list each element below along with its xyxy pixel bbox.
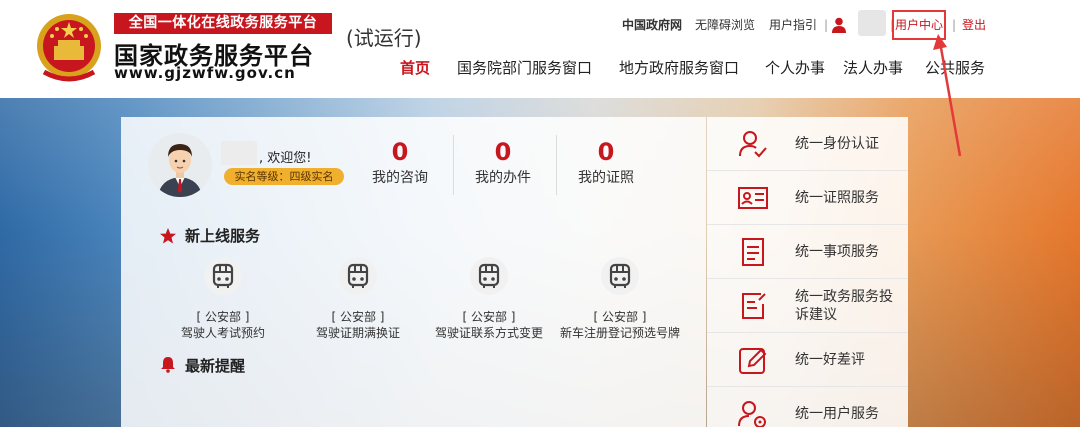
stat-consultations[interactable]: 0 我的咨询 bbox=[350, 137, 450, 189]
user-guide-link[interactable]: 用户指引 bbox=[769, 16, 817, 34]
document-icon bbox=[742, 238, 764, 266]
brand-top-banner: 全国一体化在线政务服务平台 bbox=[114, 13, 332, 34]
license-card-icon bbox=[738, 187, 768, 209]
nav-local-window[interactable]: 地方政府服务窗口 bbox=[619, 58, 739, 78]
service-item[interactable]: [ 公安部 ] 驾驶证期满换证 bbox=[298, 257, 418, 341]
sidebar-item-label: 统一事项服务 bbox=[795, 244, 879, 260]
site-header: 全国一体化在线政务服务平台 国家政务服务平台 www.gjzwfw.gov.cn… bbox=[0, 0, 1080, 98]
service-item[interactable]: [ 公安部 ] 新车注册登记预选号牌 bbox=[560, 257, 680, 341]
sidebar-item-label: 统一好差评 bbox=[795, 352, 865, 368]
nav-home[interactable]: 首页 bbox=[400, 58, 430, 78]
service-name: 驾驶证联系方式变更 bbox=[434, 326, 543, 340]
user-dashboard-card: , 欢迎您! 实名等级：四级实名 0 我的咨询 0 我的办件 0 我的证照 新上… bbox=[121, 117, 706, 427]
bell-icon bbox=[161, 357, 175, 373]
service-dept: [ 公安部 ] bbox=[331, 310, 385, 324]
avatar[interactable] bbox=[148, 133, 212, 197]
sidebar-item-label: 统一证照服务 bbox=[795, 190, 879, 206]
service-dept: [ 公安部 ] bbox=[593, 310, 647, 324]
separator: | bbox=[952, 18, 957, 32]
user-settings-icon bbox=[738, 401, 766, 427]
star-icon bbox=[160, 228, 176, 244]
username-masked bbox=[858, 10, 886, 36]
gov-site-link[interactable]: 中国政府网 bbox=[622, 16, 682, 34]
national-emblem-icon[interactable] bbox=[34, 12, 104, 84]
identity-icon bbox=[739, 131, 767, 158]
sidebar-item-label: 统一身份认证 bbox=[795, 136, 879, 152]
logout-link[interactable]: 登出 bbox=[962, 16, 986, 34]
sidebar-item-label: 统一政务服务投诉建议 bbox=[795, 289, 893, 323]
trial-label: (试运行) bbox=[346, 26, 422, 50]
unified-services-sidebar: 统一身份认证 统一证照服务 统一事项服务 统一政务服务投诉建议 统一好差评 统一… bbox=[707, 117, 908, 427]
service-name: 新车注册登记预选号牌 bbox=[560, 326, 681, 340]
stat-label: 我的办件 bbox=[475, 170, 531, 186]
username-masked bbox=[221, 141, 257, 165]
service-dept: [ 公安部 ] bbox=[462, 310, 516, 324]
stat-applications[interactable]: 0 我的办件 bbox=[453, 137, 553, 189]
vehicle-icon bbox=[339, 257, 377, 295]
edit-rating-icon bbox=[739, 348, 767, 374]
sidebar-item-rating[interactable]: 统一好差评 bbox=[707, 333, 908, 387]
brand-url: www.gjzwfw.gov.cn bbox=[114, 64, 296, 82]
stat-value: 0 bbox=[597, 138, 615, 166]
sidebar-item-license[interactable]: 统一证照服务 bbox=[707, 171, 908, 225]
nav-public-service[interactable]: 公共服务 bbox=[925, 58, 985, 78]
stat-licenses[interactable]: 0 我的证照 bbox=[556, 137, 656, 189]
nav-corporate[interactable]: 法人办事 bbox=[843, 58, 903, 78]
stat-value: 0 bbox=[391, 138, 409, 166]
sidebar-item-label: 统一用户服务 bbox=[795, 406, 879, 422]
stat-label: 我的证照 bbox=[578, 170, 634, 186]
stat-value: 0 bbox=[494, 138, 512, 166]
sidebar-item-identity[interactable]: 统一身份认证 bbox=[707, 117, 908, 171]
separator: | bbox=[824, 18, 829, 32]
sidebar-item-matters[interactable]: 统一事项服务 bbox=[707, 225, 908, 279]
vehicle-icon bbox=[204, 257, 242, 295]
welcome-text: , 欢迎您! bbox=[259, 151, 312, 166]
stat-label: 我的咨询 bbox=[372, 170, 428, 186]
accessible-browse-link[interactable]: 无障碍浏览 bbox=[695, 16, 755, 34]
service-dept: [ 公安部 ] bbox=[196, 310, 250, 324]
nav-ministry-window[interactable]: 国务院部门服务窗口 bbox=[457, 58, 592, 78]
sidebar-item-complaint[interactable]: 统一政务服务投诉建议 bbox=[707, 279, 908, 333]
vehicle-icon bbox=[601, 257, 639, 295]
vehicle-icon bbox=[470, 257, 508, 295]
nav-personal[interactable]: 个人办事 bbox=[765, 58, 825, 78]
user-icon[interactable] bbox=[832, 17, 846, 38]
service-item[interactable]: [ 公安部 ] 驾驶证联系方式变更 bbox=[429, 257, 549, 341]
real-name-level-badge: 实名等级：四级实名 bbox=[224, 168, 344, 185]
service-name: 驾驶证期满换证 bbox=[315, 326, 400, 340]
service-item[interactable]: [ 公安部 ] 驾驶人考试预约 bbox=[163, 257, 283, 341]
user-center-link[interactable]: 用户中心 bbox=[892, 10, 946, 40]
service-name: 驾驶人考试预约 bbox=[180, 326, 265, 340]
complaint-icon bbox=[742, 293, 766, 319]
sidebar-item-user-service[interactable]: 统一用户服务 bbox=[707, 387, 908, 427]
